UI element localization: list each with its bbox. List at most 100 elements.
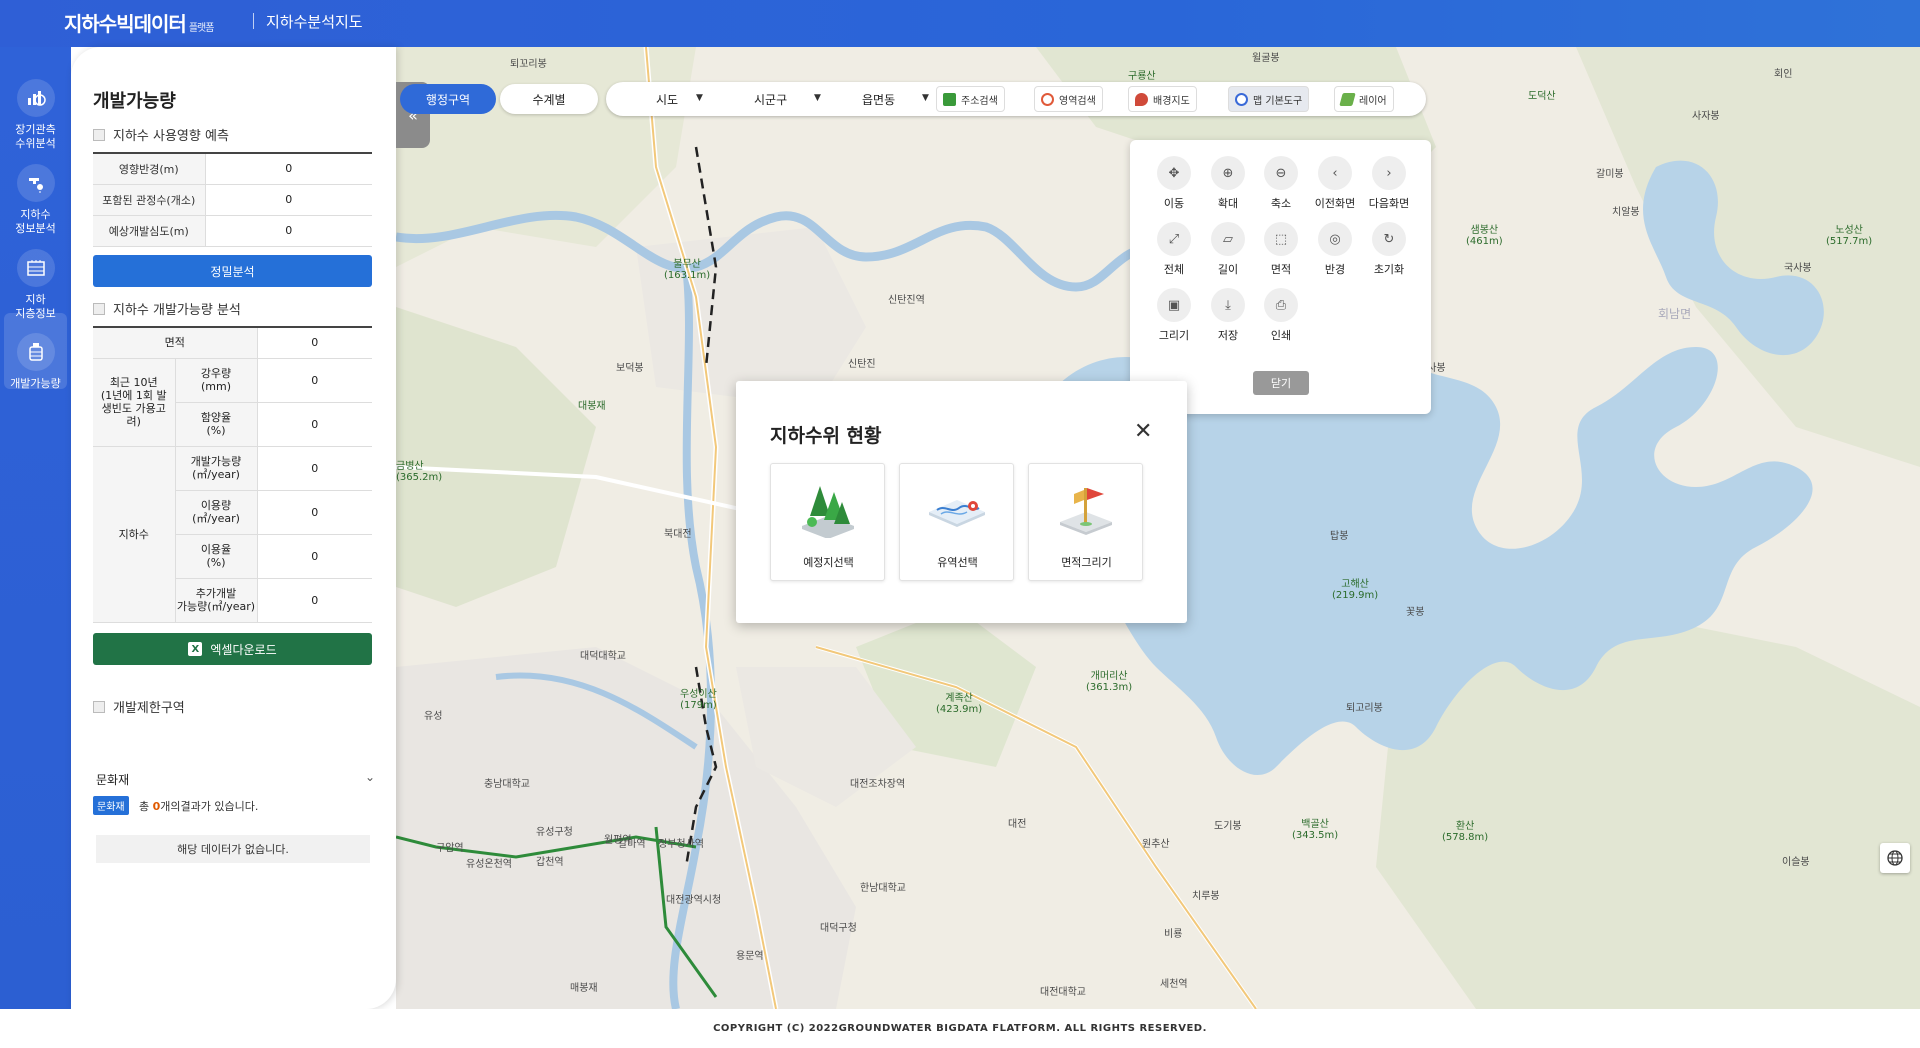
checkbox-icon[interactable] [93,302,105,315]
radius-icon: ◎ [1318,222,1352,256]
map-label: 세천역 [1160,979,1188,990]
card-label: 유역선택 [937,556,978,569]
row-label: 함양율 (%) [175,402,258,447]
close-tools-button[interactable]: 닫기 [1253,371,1309,395]
next-icon: › [1372,156,1406,190]
tool-zoom-in[interactable]: ⊕ 확대 [1201,156,1255,211]
sido-select[interactable]: 시도 ▼ [656,91,726,108]
header-divider [253,13,254,29]
map-label: 정부청사역 [658,839,704,850]
side-nav: 장기관측 수위분석 지하수 정보분석 지하 지층정보 개발가능량 [0,47,71,1009]
tool-prev[interactable]: ‹ 이전화면 [1308,156,1362,211]
tool-save[interactable]: ⤓ 저장 [1201,288,1255,343]
map-label: 탑봉 [1330,531,1349,542]
row-label: 면적 [93,327,258,359]
area-search-button[interactable]: 영역검색 [1034,86,1103,112]
water-tap-icon [16,164,55,202]
background-map-button[interactable]: 배경지도 [1128,86,1197,112]
map-label: 치루봉 [1192,891,1220,902]
category-dropdown[interactable]: 문화재 [96,771,129,788]
category-badge: 문화재 [93,796,129,815]
caret-down-icon: ▼ [922,93,929,103]
tab-admin-region[interactable]: 행정구역 [400,84,496,114]
excel-download-button[interactable]: X 엑셀다운로드 [93,633,372,665]
dev-analysis-checkbox[interactable]: 지하수 개발가능량 분석 [93,299,241,318]
eupmyeon-select[interactable]: 읍면동 ▼ [862,91,942,108]
map-label: 대전대학교 [1040,987,1086,998]
map-label: 대전광역시청 [666,895,722,906]
tool-zoom-out[interactable]: ⊖ 축소 [1254,156,1308,211]
row-value: 0 [257,327,372,359]
chevron-down-icon[interactable]: ⌄ [365,770,375,784]
map-tools-button[interactable]: 맵 기본도구 [1228,86,1310,112]
nav-item-groundwater-info[interactable]: 지하수 정보분석 [0,164,71,236]
card-area-draw[interactable]: 면적그리기 [1028,463,1143,581]
area-icon: ⬚ [1264,222,1298,256]
background-map-icon [1135,92,1148,106]
table-row: 최근 10년 (1년에 1회 발 생빈도 가용고 려) 강우량 (mm) 0 [93,358,372,447]
map-label: 회남면 [1658,307,1692,321]
tool-fullextent[interactable]: ⤢ 전체 [1147,222,1201,277]
tool-next[interactable]: › 다음화면 [1362,156,1416,211]
tool-draw[interactable]: ▣ 그리기 [1147,288,1201,343]
card-label: 면적그리기 [1061,556,1112,569]
tab-basin[interactable]: 수계별 [500,84,598,114]
footer-copyright: COPYRIGHT (C) 2022GROUNDWATER BIGDATA FL… [0,1009,1920,1048]
map-label: 퇴꼬리봉 [510,59,547,70]
globe-button[interactable] [1880,843,1910,873]
map-label: 구룡산 [1128,71,1156,82]
zoom-out-icon: ⊖ [1264,156,1298,190]
section-title: 지하수 사용영향 예측 [113,129,229,144]
nav-label: 장기관측 수위분석 [15,123,56,150]
caret-down-icon: ▼ [696,93,703,103]
close-icon[interactable]: ✕ [1134,419,1152,444]
map-label: 신탄진 [848,359,876,370]
tool-length[interactable]: ▱ 길이 [1201,222,1255,277]
layer-button[interactable]: 레이어 [1334,86,1394,112]
draw-icon: ▣ [1157,288,1191,322]
tool-print[interactable]: ⎙ 인쇄 [1254,288,1308,343]
map-label: 대덕구청 [820,923,857,934]
nav-item-dev-capacity[interactable]: 개발가능량 [4,313,67,390]
tool-radius[interactable]: ◎ 반경 [1308,222,1362,277]
predict-checkbox[interactable]: 지하수 사용영향 예측 [93,125,229,144]
card-basin-select[interactable]: 유역선택 [899,463,1014,581]
map-label: 이슬봉 [1782,857,1810,868]
table-row: 포함된 관정수(개소) 0 [93,184,372,216]
tool-reset[interactable]: ↻ 초기화 [1362,222,1416,277]
analyze-button[interactable]: 정밀분석 [93,255,372,287]
basin-map-icon [929,500,985,527]
map-label: 금병산 (365.2m) [396,461,443,483]
row-label: 강우량 (mm) [175,358,258,403]
tool-move[interactable]: ✥ 이동 [1147,156,1201,211]
no-data-message: 해당 데이터가 없습니다. [96,835,370,863]
tool-area[interactable]: ⬚ 면적 [1254,222,1308,277]
map-tools-icon [1235,92,1248,106]
map-label: 윌굴봉 [1252,53,1280,64]
checkbox-icon[interactable] [93,700,105,713]
address-search-button[interactable]: 주소검색 [936,86,1005,112]
row-value: 0 [257,534,372,579]
checkbox-icon[interactable] [93,128,105,141]
tank-icon [16,333,55,371]
button-label: 엑셀다운로드 [210,642,277,657]
restricted-zone-checkbox[interactable]: 개발제한구역 [93,697,185,716]
map-label: 치알봉 [1612,207,1640,218]
app-logo[interactable]: 지하수빅데이터 플랫폼 [64,8,214,37]
layer-icon [1339,92,1356,106]
app-header: 지하수빅데이터 플랫폼 지하수분석지도 [0,0,1920,47]
row-value: 0 [205,153,372,185]
nav-item-strata[interactable]: 지하 지층정보 [0,249,71,321]
predict-table: 영향반경(m) 0 포함된 관정수(개소) 0 예상개발심도(m) 0 [93,152,372,247]
map-label: 갈미봉 [1596,169,1624,180]
area-flag-icon [1060,488,1112,535]
map-label: 개머리산 (361.3m) [1086,671,1133,693]
map-label: 매봉재 [570,983,598,994]
nav-item-water-level[interactable]: 장기관측 수위분석 [0,79,71,151]
card-site-select[interactable]: 예정지선택 [770,463,885,581]
map-label: 구암역 [436,843,464,854]
map-label: 대전조차장역 [850,779,906,790]
sigungu-select[interactable]: 시군구 ▼ [754,91,834,108]
map-label: 신탄진역 [888,295,925,306]
map-label: 샘봉산 (461m) [1466,225,1503,247]
